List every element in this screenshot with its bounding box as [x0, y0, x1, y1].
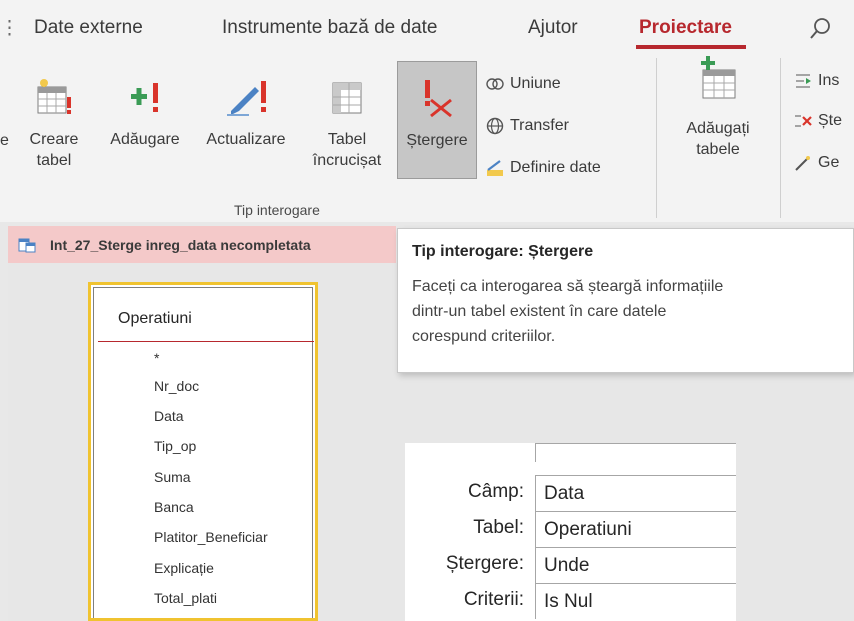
- delete-rows-button[interactable]: Ște: [794, 112, 842, 130]
- tooltip-line-3: corespund criteriilor.: [412, 328, 556, 345]
- query-document-tab[interactable]: Int_27_Sterge inreg_data necompletata: [8, 226, 396, 263]
- adaugati-tabele-button[interactable]: Adăugați tabele: [676, 56, 760, 160]
- uniune-button[interactable]: Uniune: [486, 75, 561, 93]
- actualizare-label: Actualizare: [206, 131, 286, 148]
- field-list-frame: Operatiuni * Nr_doc Data Tip_op Suma Ban…: [93, 287, 314, 618]
- data-definition-icon: [486, 159, 504, 177]
- field-item-nr-doc[interactable]: Nr_doc: [154, 378, 199, 394]
- tab-overflow-marker: ⋮: [0, 18, 19, 39]
- insert-rows-icon: [794, 72, 812, 90]
- field-list-title-underline: [98, 341, 314, 342]
- grid-cell-camp[interactable]: Data: [535, 475, 736, 511]
- field-item-platitor-beneficiar[interactable]: Platitor_Beneficiar: [154, 529, 268, 545]
- actualizare-button[interactable]: Actualizare: [194, 77, 298, 150]
- uniune-label: Uniune: [510, 75, 561, 92]
- search-icon[interactable]: [808, 16, 832, 42]
- field-item-banca[interactable]: Banca: [154, 499, 194, 515]
- ribbon-tab-bar: ⋮ Date externe Instrumente bază de date …: [0, 0, 854, 50]
- adaugare-label: Adăugare: [110, 131, 180, 148]
- creare-tabel-label-1: Creare: [29, 131, 79, 148]
- grid-cell-tabel[interactable]: Operatiuni: [535, 511, 736, 547]
- field-item-explicatie[interactable]: Explicație: [154, 560, 214, 576]
- ribbon: e Creare tabel Adăugare Actualizare Tabe…: [0, 50, 854, 222]
- active-tab-underline: [636, 45, 746, 49]
- field-item-data[interactable]: Data: [154, 408, 184, 424]
- tabel-incrucisat-label-1: Tabel: [327, 131, 367, 148]
- tab-proiectare[interactable]: Proiectare: [639, 17, 732, 39]
- ribbon-group-divider-2: [780, 58, 781, 218]
- insert-rows-button[interactable]: Ins: [794, 72, 839, 90]
- field-list-table[interactable]: Operatiuni * Nr_doc Data Tip_op Suma Ban…: [88, 282, 318, 621]
- stergere-button[interactable]: Ștergere: [397, 61, 477, 179]
- union-icon: [486, 75, 504, 93]
- grid-row-label-tabel: Tabel:: [473, 517, 524, 538]
- group-label-tip-interogare: Tip interogare: [234, 202, 320, 218]
- adaugati-tabele-label-2: tabele: [696, 141, 740, 158]
- ribbon-tooltip: Tip interogare: Ștergere Faceți ca inter…: [397, 228, 854, 373]
- definire-date-label: Definire date: [510, 159, 601, 176]
- field-item-suma[interactable]: Suma: [154, 469, 191, 485]
- adaugati-tabele-label-1: Adăugați: [686, 120, 750, 137]
- field-item-all[interactable]: *: [154, 350, 159, 366]
- query-tab-title: Int_27_Sterge inreg_data necompletata: [50, 236, 311, 253]
- tabel-incrucisat-label-2: încrucișat: [312, 152, 382, 169]
- add-table-icon: [676, 56, 760, 108]
- tab-instrumente-baza-de-date[interactable]: Instrumente bază de date: [222, 17, 437, 39]
- ribbon-group-divider: [656, 58, 657, 218]
- tooltip-title: Tip interogare: Ștergere: [412, 243, 594, 260]
- delete-rows-label: Ște: [818, 112, 843, 129]
- field-item-total-plati[interactable]: Total_plati: [154, 590, 217, 606]
- field-list-title: Operatiuni: [118, 310, 192, 327]
- tab-date-externe[interactable]: Date externe: [34, 17, 143, 39]
- make-table-icon: [14, 77, 94, 123]
- grid-row-label-stergere: Ștergere:: [445, 553, 524, 574]
- delete-rows-icon: [794, 112, 812, 130]
- builder-label: Ge: [818, 154, 840, 171]
- transfer-button[interactable]: Transfer: [486, 117, 569, 135]
- stergere-label: Ștergere: [406, 132, 468, 149]
- tooltip-line-2: dintr-un tabel existent în care datele: [412, 303, 667, 320]
- creare-tabel-button[interactable]: Creare tabel: [14, 77, 94, 171]
- builder-wand-icon: [794, 154, 812, 172]
- append-icon: [99, 77, 191, 123]
- insert-rows-label: Ins: [818, 72, 840, 89]
- update-pencil-icon: [194, 77, 298, 123]
- definire-date-button[interactable]: Definire date: [486, 159, 601, 177]
- adaugare-button[interactable]: Adăugare: [99, 77, 191, 150]
- globe-icon: [486, 117, 504, 135]
- tooltip-line-1: Faceți ca interogarea să șteargă informa…: [412, 278, 724, 295]
- tabel-incrucisat-button[interactable]: Tabel încrucișat: [306, 77, 388, 171]
- query-design-grid: Câmp: Data Tabel: Operatiuni Ștergere: U…: [405, 443, 736, 621]
- clipped-button-label: e: [0, 132, 9, 149]
- tab-ajutor[interactable]: Ajutor: [528, 17, 578, 39]
- transfer-label: Transfer: [510, 117, 569, 134]
- grid-column-selector[interactable]: [535, 443, 736, 462]
- query-icon: [18, 237, 36, 253]
- delete-query-icon: [398, 78, 476, 124]
- grid-cell-criterii[interactable]: Is Nul: [535, 583, 736, 619]
- grid-row-label-criterii: Criterii:: [463, 589, 524, 610]
- grid-row-label-camp: Câmp:: [468, 481, 524, 502]
- creare-tabel-label-2: tabel: [36, 152, 72, 169]
- builder-button[interactable]: Ge: [794, 154, 839, 172]
- crosstab-icon: [306, 77, 388, 123]
- grid-cell-stergere[interactable]: Unde: [535, 547, 736, 583]
- field-item-tip-op[interactable]: Tip_op: [154, 438, 196, 454]
